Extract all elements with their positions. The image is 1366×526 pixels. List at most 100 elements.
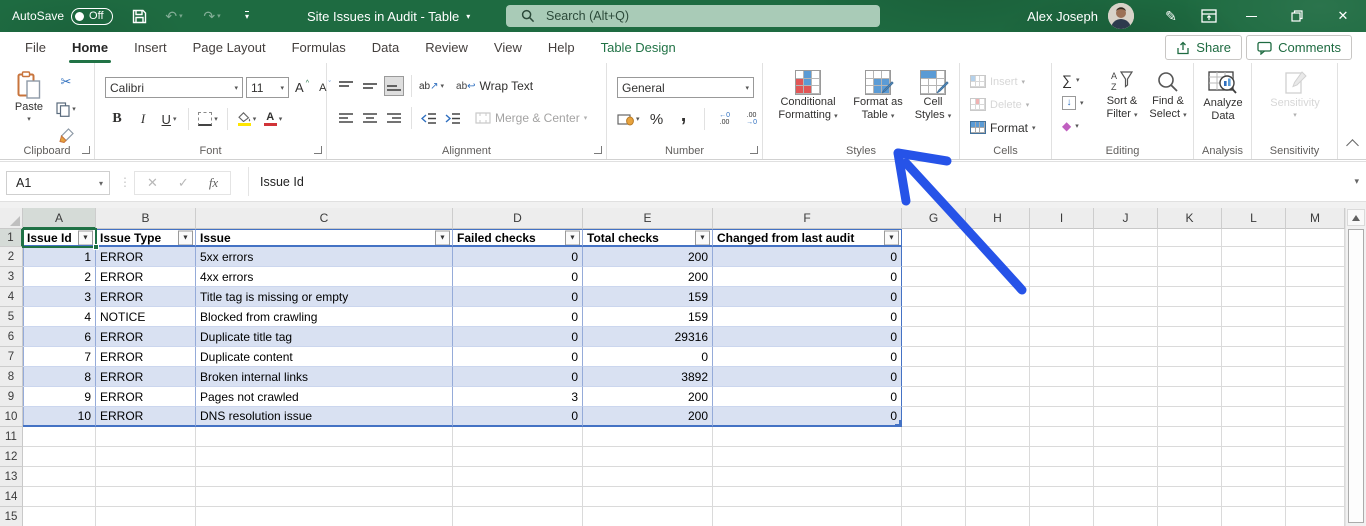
cell-I4[interactable] — [1030, 287, 1094, 307]
cell-I12[interactable] — [1030, 447, 1094, 467]
cell-H7[interactable] — [966, 347, 1030, 367]
cell-M1[interactable] — [1286, 229, 1345, 247]
row-header-9[interactable]: 9 — [0, 387, 23, 407]
cell-I15[interactable] — [1030, 507, 1094, 526]
cell-M15[interactable] — [1286, 507, 1345, 526]
cell-K10[interactable] — [1158, 407, 1222, 427]
cell-B3[interactable]: ERROR — [96, 267, 196, 287]
row-header-13[interactable]: 13 — [0, 467, 23, 487]
cell-A10[interactable]: 10 — [23, 407, 96, 427]
customize-quick-access-button[interactable]: ▾ — [234, 0, 260, 32]
row-header-11[interactable]: 11 — [0, 427, 23, 447]
cell-H3[interactable] — [966, 267, 1030, 287]
formula-input[interactable]: Issue Id — [248, 167, 1342, 196]
cell-M7[interactable] — [1286, 347, 1345, 367]
cell-C10[interactable]: DNS resolution issue — [196, 407, 453, 427]
row-header-4[interactable]: 4 — [0, 287, 23, 307]
cell-J11[interactable] — [1094, 427, 1158, 447]
cell-J8[interactable] — [1094, 367, 1158, 387]
cell-I13[interactable] — [1030, 467, 1094, 487]
cell-A3[interactable]: 2 — [23, 267, 96, 287]
filter-button-issue[interactable]: ▼ — [435, 230, 450, 245]
cell-B5[interactable]: NOTICE — [96, 307, 196, 327]
collapse-ribbon-button[interactable] — [1342, 137, 1362, 157]
row-header-12[interactable]: 12 — [0, 447, 23, 467]
align-center-button[interactable] — [360, 108, 380, 128]
percent-style-button[interactable]: % — [647, 109, 667, 129]
cell-A15[interactable] — [23, 507, 96, 526]
column-header-G[interactable]: G — [902, 208, 966, 229]
share-button[interactable]: Share — [1165, 35, 1242, 60]
cell-B12[interactable] — [96, 447, 196, 467]
cell-F13[interactable] — [713, 467, 902, 487]
accounting-format-button[interactable]: ▾ — [617, 109, 640, 129]
cell-E5[interactable]: 159 — [583, 307, 713, 327]
vertical-scrollbar[interactable] — [1345, 208, 1366, 526]
comments-button[interactable]: Comments — [1246, 35, 1352, 60]
cell-C2[interactable]: 5xx errors — [196, 247, 453, 267]
column-header-H[interactable]: H — [966, 208, 1030, 229]
cell-C1[interactable]: Issue▼ — [196, 229, 453, 247]
cell-A5[interactable]: 4 — [23, 307, 96, 327]
cancel-button[interactable]: ✕ — [147, 175, 158, 191]
autosave-toggle[interactable]: AutoSave Off — [12, 0, 113, 32]
insert-cells-button[interactable]: Insert▾ — [970, 71, 1025, 92]
cell-F15[interactable] — [713, 507, 902, 526]
tab-page-layout[interactable]: Page Layout — [180, 32, 279, 63]
cell-C6[interactable]: Duplicate title tag — [196, 327, 453, 347]
cell-J13[interactable] — [1094, 467, 1158, 487]
cell-F9[interactable]: 0 — [713, 387, 902, 407]
number-format-select[interactable]: General▾ — [617, 77, 754, 98]
user-account[interactable]: Alex Joseph — [1027, 9, 1098, 24]
row-header-8[interactable]: 8 — [0, 367, 23, 387]
cell-H14[interactable] — [966, 487, 1030, 507]
cell-I8[interactable] — [1030, 367, 1094, 387]
wrap-text-button[interactable]: ab↩ Wrap Text — [456, 76, 533, 97]
cell-A12[interactable] — [23, 447, 96, 467]
column-header-M[interactable]: M — [1286, 208, 1345, 229]
redo-button[interactable]: ↷▾ — [196, 0, 228, 32]
cell-C5[interactable]: Blocked from crawling — [196, 307, 453, 327]
name-box[interactable]: A1 ▾ — [6, 171, 110, 195]
enter-button[interactable]: ✓ — [178, 175, 189, 191]
close-button[interactable]: ✕ — [1320, 0, 1366, 32]
autosum-button[interactable]: ∑▾ — [1062, 69, 1080, 90]
cell-B8[interactable]: ERROR — [96, 367, 196, 387]
insert-function-button[interactable]: fx — [209, 175, 218, 191]
cell-K5[interactable] — [1158, 307, 1222, 327]
column-header-J[interactable]: J — [1094, 208, 1158, 229]
row-header-14[interactable]: 14 — [0, 487, 23, 507]
cell-C8[interactable]: Broken internal links — [196, 367, 453, 387]
cell-L8[interactable] — [1222, 367, 1286, 387]
cell-L13[interactable] — [1222, 467, 1286, 487]
tab-insert[interactable]: Insert — [121, 32, 180, 63]
cell-C15[interactable] — [196, 507, 453, 526]
format-cells-button[interactable]: Format▾ — [970, 117, 1036, 138]
table-resize-handle[interactable] — [895, 420, 901, 426]
cell-M12[interactable] — [1286, 447, 1345, 467]
increase-indent-button[interactable] — [443, 108, 463, 128]
cell-C11[interactable] — [196, 427, 453, 447]
cell-K13[interactable] — [1158, 467, 1222, 487]
cell-K15[interactable] — [1158, 507, 1222, 526]
column-header-E[interactable]: E — [583, 208, 713, 229]
cell-A4[interactable]: 3 — [23, 287, 96, 307]
cell-E4[interactable]: 159 — [583, 287, 713, 307]
cell-G8[interactable] — [902, 367, 966, 387]
conditional-formatting-button[interactable]: Conditional Formatting ▾ — [769, 70, 847, 123]
increase-font-size-button[interactable]: A^ — [292, 78, 312, 98]
cell-I5[interactable] — [1030, 307, 1094, 327]
cell-L15[interactable] — [1222, 507, 1286, 526]
orientation-button[interactable]: ab↗▾ — [419, 76, 444, 96]
tab-file[interactable]: File — [12, 32, 59, 63]
cell-A11[interactable] — [23, 427, 96, 447]
cell-C3[interactable]: 4xx errors — [196, 267, 453, 287]
cell-E12[interactable] — [583, 447, 713, 467]
cell-B1[interactable]: Issue Type▼ — [96, 229, 196, 247]
paste-button[interactable]: Paste ▾ — [8, 71, 50, 126]
cell-I10[interactable] — [1030, 407, 1094, 427]
fill-button[interactable]: ↓▾ — [1062, 92, 1084, 113]
cell-I7[interactable] — [1030, 347, 1094, 367]
cell-F8[interactable]: 0 — [713, 367, 902, 387]
filter-button-issue-type[interactable]: ▼ — [178, 230, 193, 245]
